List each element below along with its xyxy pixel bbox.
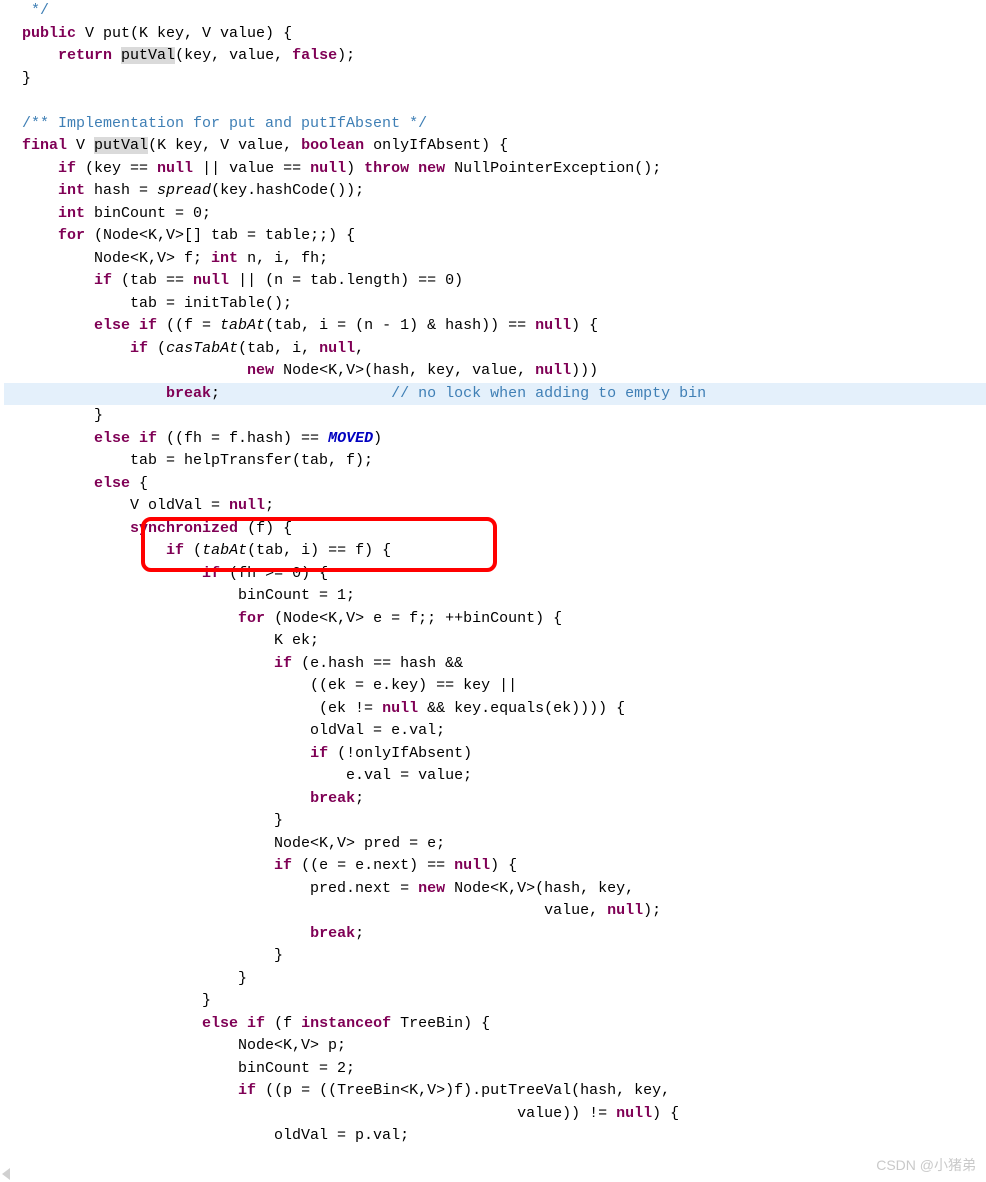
watermark-text: CSDN @小猪弟: [876, 1155, 976, 1176]
code-line: ((ek = e.key) == key ||: [4, 677, 517, 694]
code-line: Node<K,V> pred = e;: [4, 835, 445, 852]
code-line: }: [4, 407, 103, 424]
code-line: */: [4, 2, 49, 19]
code-line: /** Implementation for put and putIfAbse…: [4, 115, 427, 132]
code-line: if (e.hash == hash &&: [4, 655, 463, 672]
code-line: if (tabAt(tab, i) == f) {: [4, 542, 391, 559]
code-line: Node<K,V> f; int n, i, fh;: [4, 250, 328, 267]
code-line: public V put(K key, V value) {: [4, 25, 292, 42]
code-line: else if (f instanceof TreeBin) {: [4, 1015, 490, 1032]
code-viewer: */ public V put(K key, V value) { return…: [0, 0, 986, 1148]
code-line: if (!onlyIfAbsent): [4, 745, 472, 762]
code-line: synchronized (f) {: [4, 520, 292, 537]
code-line: for (Node<K,V>[] tab = table;;) {: [4, 227, 355, 244]
code-line: K ek;: [4, 632, 319, 649]
code-line: }: [4, 70, 31, 87]
code-line: else if ((fh = f.hash) == MOVED): [4, 430, 382, 447]
highlighted-line: break; // no lock when adding to empty b…: [4, 383, 986, 406]
code-line: oldVal = e.val;: [4, 722, 445, 739]
code-line: oldVal = p.val;: [4, 1127, 409, 1144]
code-line: }: [4, 970, 247, 987]
code-line: break;: [4, 790, 364, 807]
code-line: return putVal(key, value, false);: [4, 47, 355, 64]
code-line: V oldVal = null;: [4, 497, 274, 514]
code-line: if (fh >= 0) {: [4, 565, 328, 582]
code-line: binCount = 2;: [4, 1060, 355, 1077]
code-line: if (tab == null || (n = tab.length) == 0…: [4, 272, 463, 289]
code-line: int binCount = 0;: [4, 205, 211, 222]
code-line: (ek != null && key.equals(ek)))) {: [4, 700, 625, 717]
code-line: value, null);: [4, 902, 661, 919]
code-line: [4, 92, 13, 109]
code-line: else {: [4, 475, 148, 492]
code-line: for (Node<K,V> e = f;; ++binCount) {: [4, 610, 562, 627]
code-line: if ((p = ((TreeBin<K,V>)f).putTreeVal(ha…: [4, 1082, 670, 1099]
code-line: }: [4, 947, 283, 964]
code-line: tab = initTable();: [4, 295, 292, 312]
code-line: binCount = 1;: [4, 587, 355, 604]
code-line: Node<K,V> p;: [4, 1037, 346, 1054]
code-line: if ((e = e.next) == null) {: [4, 857, 517, 874]
code-block: */ public V put(K key, V value) { return…: [0, 0, 986, 1148]
code-line: }: [4, 992, 211, 1009]
code-line: final V putVal(K key, V value, boolean o…: [4, 137, 508, 154]
code-line: }: [4, 812, 283, 829]
scroll-left-icon: [2, 1168, 10, 1180]
code-line: int hash = spread(key.hashCode());: [4, 182, 364, 199]
code-line: if (casTabAt(tab, i, null,: [4, 340, 364, 357]
code-line: new Node<K,V>(hash, key, value, null))): [4, 362, 598, 379]
code-line: value)) != null) {: [4, 1105, 679, 1122]
code-line: if (key == null || value == null) throw …: [4, 160, 661, 177]
code-line: break;: [4, 925, 364, 942]
code-line: pred.next = new Node<K,V>(hash, key,: [4, 880, 634, 897]
code-line: tab = helpTransfer(tab, f);: [4, 452, 373, 469]
code-line: e.val = value;: [4, 767, 472, 784]
code-line: else if ((f = tabAt(tab, i = (n - 1) & h…: [4, 317, 598, 334]
